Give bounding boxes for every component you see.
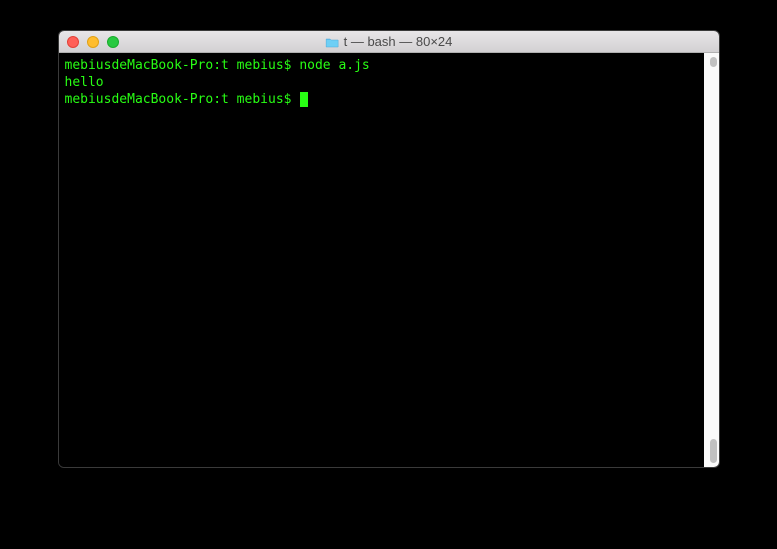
terminal-body[interactable]: mebiusdeMacBook-Pro:t mebius$ node a.js …	[59, 53, 719, 467]
command-text: node a.js	[299, 58, 369, 73]
titlebar[interactable]: t — bash — 80×24	[59, 31, 719, 53]
cursor-block	[300, 92, 308, 107]
prompt-text: mebiusdeMacBook-Pro:t mebius$	[65, 92, 300, 107]
terminal-window: t — bash — 80×24 mebiusdeMacBook-Pro:t m…	[58, 30, 720, 468]
folder-icon	[325, 36, 339, 47]
traffic-lights	[67, 36, 119, 48]
maximize-button[interactable]	[107, 36, 119, 48]
minimize-button[interactable]	[87, 36, 99, 48]
scrollbar-thumb[interactable]	[710, 57, 717, 67]
terminal-line: mebiusdeMacBook-Pro:t mebius$	[65, 91, 713, 108]
window-title: t — bash — 80×24	[344, 34, 453, 49]
scrollbar-track[interactable]	[704, 53, 719, 467]
terminal-line: mebiusdeMacBook-Pro:t mebius$ node a.js	[65, 57, 713, 74]
close-button[interactable]	[67, 36, 79, 48]
terminal-line: hello	[65, 74, 713, 91]
scrollbar-thumb[interactable]	[710, 439, 717, 463]
output-text: hello	[65, 75, 104, 90]
prompt-text: mebiusdeMacBook-Pro:t mebius$	[65, 58, 300, 73]
window-title-wrap: t — bash — 80×24	[325, 34, 453, 49]
